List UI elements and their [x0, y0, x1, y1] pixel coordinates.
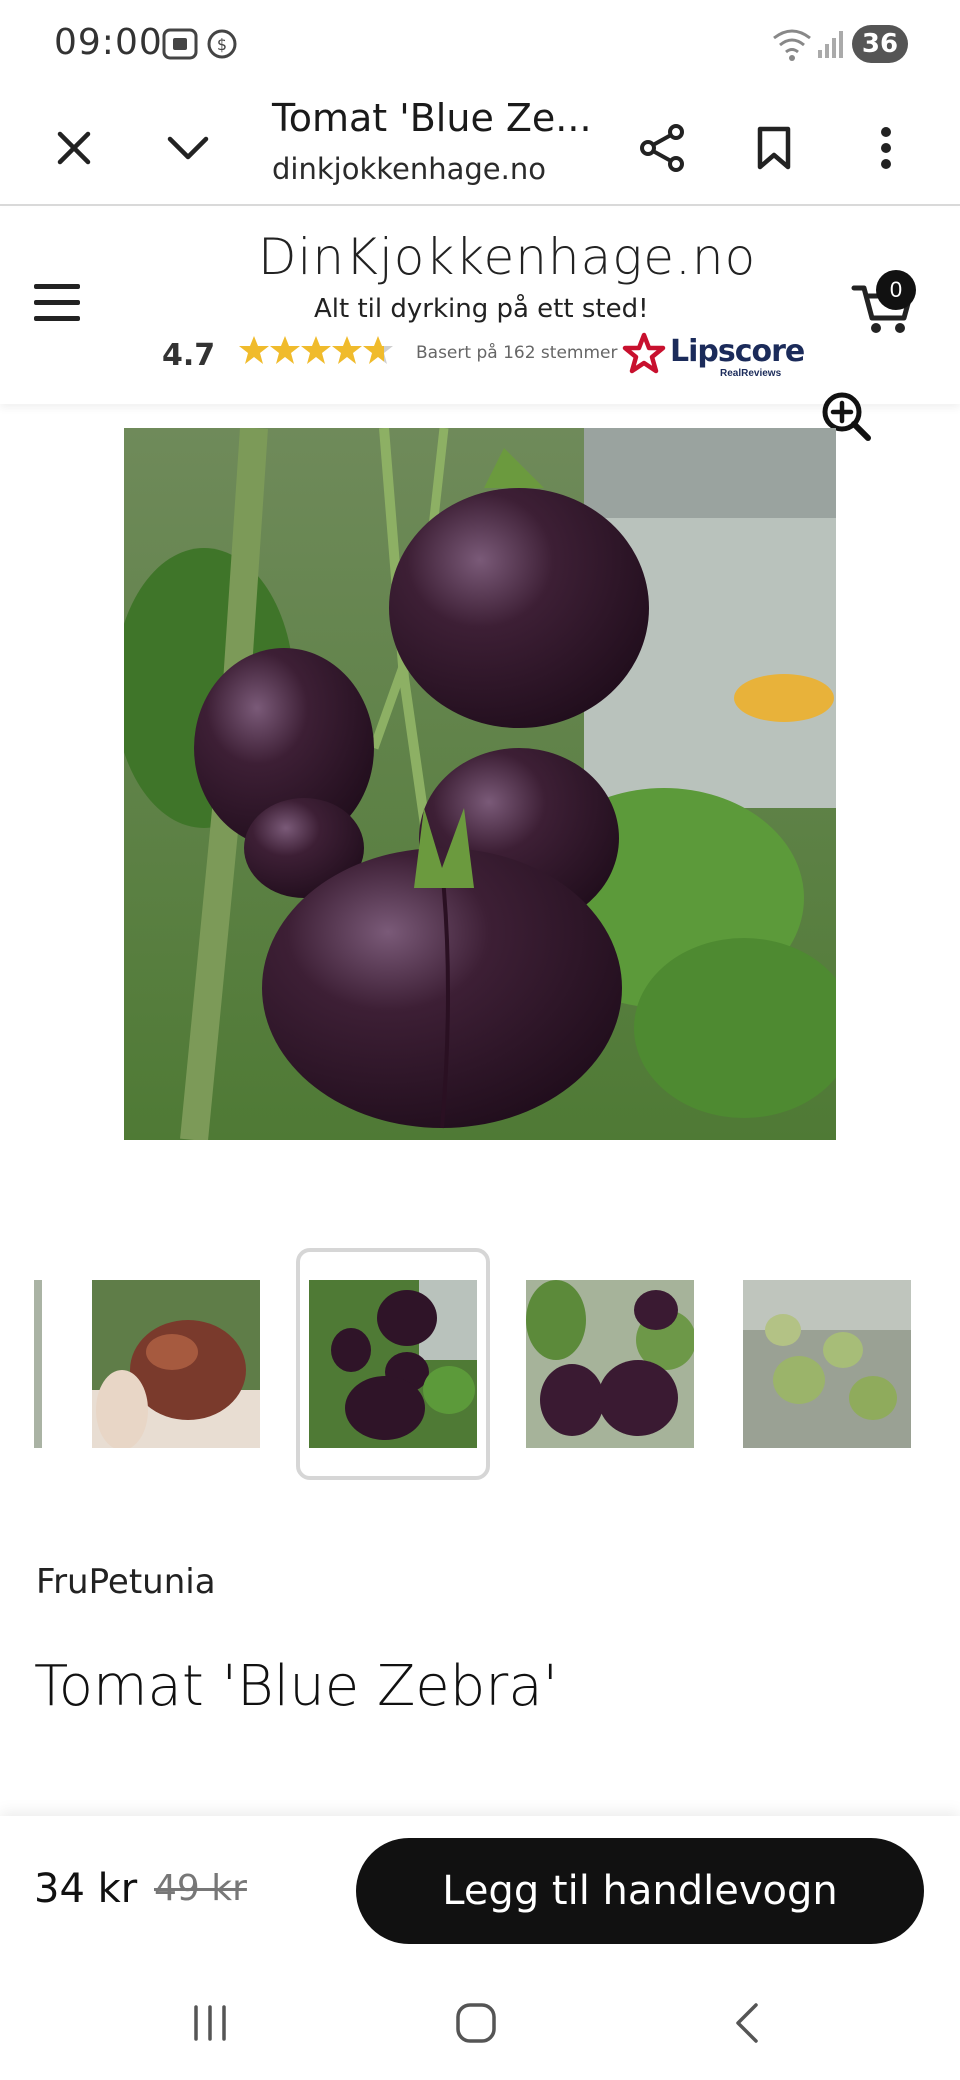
- menu-icon-bar: [34, 300, 80, 305]
- signal-icon: [818, 31, 843, 58]
- rating-count-text: Basert på 162 stemmer: [416, 343, 618, 363]
- recent-apps-button[interactable]: [160, 1990, 260, 2056]
- purchase-bar: 34 kr 49 kr Legg til handlevogn: [0, 1816, 960, 1966]
- thumbnail-4[interactable]: [743, 1280, 911, 1448]
- thumbnail-image: [526, 1280, 694, 1448]
- product-vendor[interactable]: FruPetunia: [36, 1562, 216, 1602]
- menu-icon: [34, 284, 80, 289]
- more-options-button[interactable]: [846, 108, 926, 188]
- product-title: Tomat 'Blue Zebra': [34, 1654, 559, 1719]
- thumbnail-image: [92, 1280, 260, 1448]
- thumbnail-partial[interactable]: [34, 1280, 42, 1448]
- lipscore-brand: Lipscore: [670, 334, 805, 369]
- share-button[interactable]: [622, 108, 702, 188]
- cart-count-badge: 0: [876, 270, 916, 310]
- browser-url[interactable]: dinkjokkenhage.no: [272, 152, 546, 186]
- product-main-image[interactable]: [124, 428, 836, 1140]
- system-nav-bar: [0, 1966, 960, 2080]
- close-tab-button[interactable]: [34, 108, 114, 188]
- menu-icon-bar: [34, 316, 80, 321]
- thumbnail-2-selected[interactable]: [309, 1280, 477, 1448]
- original-price: 49 kr: [154, 1868, 247, 1909]
- bookmark-button[interactable]: [734, 108, 814, 188]
- bookmark-icon: [757, 126, 791, 170]
- thumbnail-3[interactable]: [526, 1280, 694, 1448]
- status-time: 09:00: [54, 22, 163, 63]
- close-icon: [57, 131, 91, 165]
- rating-score: 4.7: [162, 338, 216, 373]
- site-tagline: Alt til dyrking på ett sted!: [314, 294, 649, 324]
- thumbnail-1[interactable]: [92, 1280, 260, 1448]
- thumbnail-image: [34, 1280, 42, 1448]
- site-header: DinKjokkenhage.no Alt til dyrking på ett…: [0, 208, 960, 404]
- add-to-cart-button[interactable]: Legg til handlevogn: [356, 1838, 924, 1944]
- browser-page-title: Tomat 'Blue Ze...: [272, 96, 592, 140]
- svg-text:$: $: [217, 35, 227, 54]
- hamburger-menu-button[interactable]: [30, 278, 86, 326]
- battery-indicator: 36: [852, 25, 908, 63]
- back-icon: [736, 2003, 758, 2043]
- chevron-down-icon: [167, 136, 209, 160]
- home-icon: [456, 2003, 496, 2043]
- star-icons: [239, 336, 393, 364]
- share-icon: [640, 124, 684, 172]
- thumbnail-image: [309, 1280, 477, 1448]
- lipscore-star-icon: [622, 332, 666, 374]
- thumbnail-strip: [0, 1248, 960, 1480]
- wifi-icon: [773, 29, 811, 61]
- minimize-button[interactable]: [148, 108, 228, 188]
- data-saver-icon: $: [207, 29, 237, 59]
- tomato-photo: [124, 428, 836, 1140]
- current-price: 34 kr: [34, 1866, 138, 1912]
- more-vertical-icon: [881, 127, 891, 169]
- site-logo[interactable]: DinKjokkenhage.no: [258, 228, 756, 286]
- lipscore-sub: RealReviews: [720, 368, 782, 379]
- screenshot-icon: [162, 28, 198, 60]
- rating-stars: [238, 332, 398, 381]
- back-button[interactable]: [696, 1990, 796, 2056]
- recent-apps-icon: [194, 2005, 226, 2041]
- status-bar: 09:00 $ 36: [0, 0, 960, 90]
- home-button[interactable]: [426, 1990, 526, 2056]
- thumbnail-image: [743, 1280, 911, 1448]
